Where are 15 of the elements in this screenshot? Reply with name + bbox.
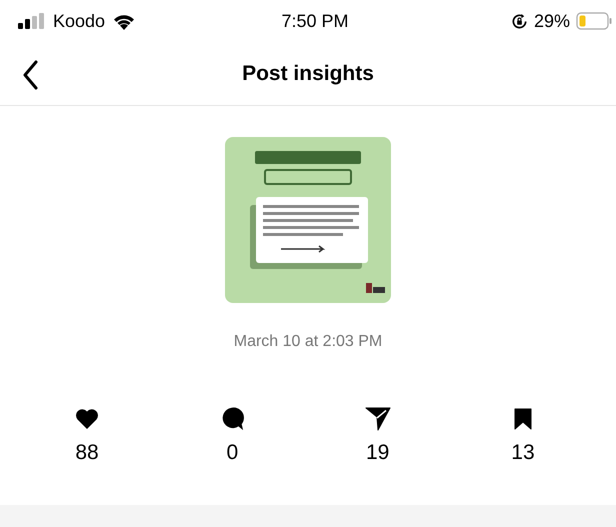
- stat-count: 88: [75, 441, 99, 465]
- bookmark-icon: [514, 407, 532, 431]
- post-date: March 10 at 2:03 PM: [234, 333, 382, 351]
- status-time: 7:50 PM: [281, 10, 349, 32]
- heart-icon: [75, 407, 99, 431]
- rotation-lock-icon: [510, 12, 528, 30]
- stat-count: 19: [366, 441, 390, 465]
- battery-icon: [576, 12, 612, 30]
- battery-percent: 29%: [534, 10, 570, 32]
- paper-plane-icon: [364, 407, 391, 431]
- signal-icon: [18, 13, 46, 29]
- stat-count: 13: [511, 441, 535, 465]
- page-title: Post insights: [242, 62, 374, 86]
- carrier-name: Koodo: [53, 10, 106, 32]
- stat-count: 0: [226, 441, 238, 465]
